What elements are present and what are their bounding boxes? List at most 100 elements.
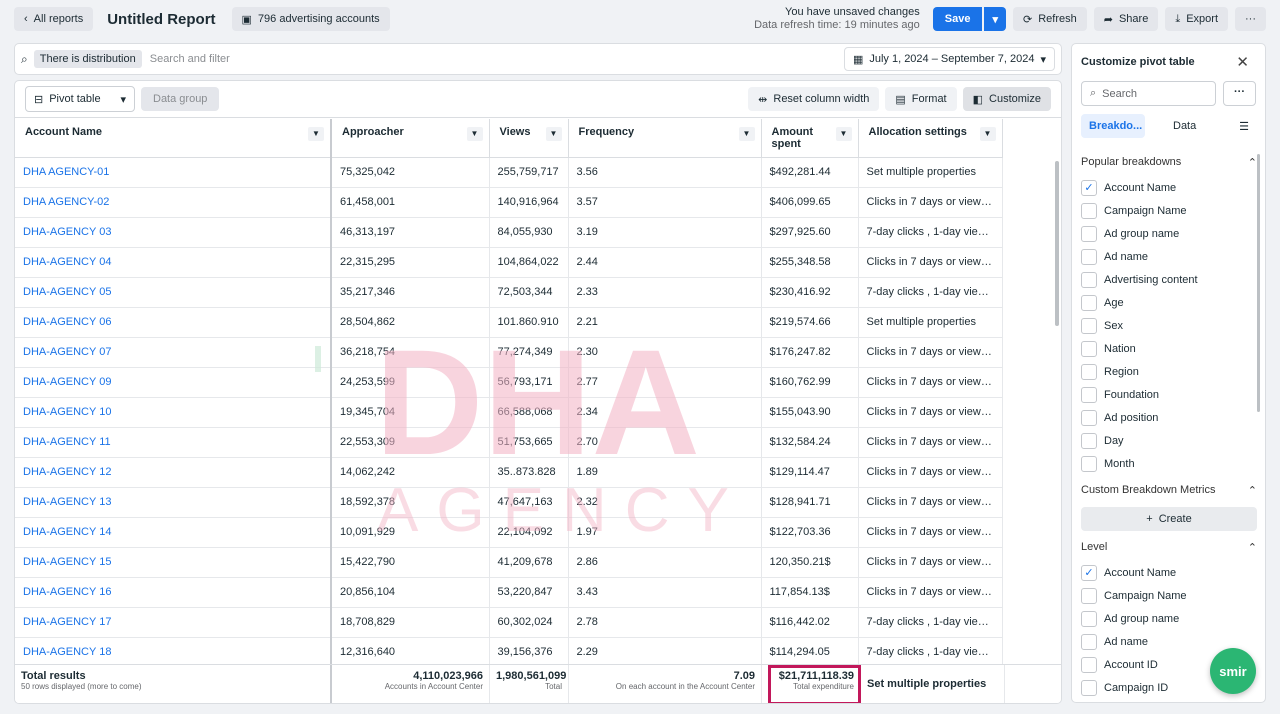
checkbox-checked-icon[interactable]: ✓ [1081, 565, 1097, 581]
header-views[interactable]: Views ▼ [489, 119, 569, 158]
accounts-badge[interactable]: ▣ 796 advertising accounts [231, 7, 390, 31]
account-name-link[interactable]: DHA-AGENCY 17 [15, 607, 332, 638]
table-scroll-area[interactable]: Account Name ▼ Approacher ▼ Views ▼ Frequen… [15, 119, 1061, 665]
header-amount-spent[interactable]: Amount spent ▼ [761, 119, 859, 158]
date-range-picker[interactable]: ▦ July 1, 2024 – September 7, 2024 ▾ [843, 47, 1055, 71]
level-item[interactable]: ✓ Account Name [1081, 565, 1176, 581]
header-account-name[interactable]: Account Name ▼ [15, 119, 332, 158]
account-name-link[interactable]: DHA-AGENCY 16 [15, 577, 332, 608]
account-name-link[interactable]: DHA AGENCY-01 [15, 157, 332, 188]
account-name-link[interactable]: DHA-AGENCY 09 [15, 367, 332, 398]
account-name-link[interactable]: DHA-AGENCY 04 [15, 247, 332, 278]
level-item[interactable]: Ad name [1081, 634, 1148, 650]
popular-item[interactable]: Ad name [1081, 249, 1148, 265]
popular-item[interactable]: Ad position [1081, 410, 1158, 426]
tab-breakdowns[interactable]: Breakdo... [1081, 114, 1145, 138]
sort-list-icon[interactable]: ☰ [1231, 114, 1257, 138]
checkbox[interactable] [1081, 410, 1097, 426]
popular-item[interactable]: Nation [1081, 341, 1136, 357]
close-icon[interactable]: ✕ [1236, 53, 1249, 71]
popular-item[interactable]: Foundation [1081, 387, 1159, 403]
table-scrollbar[interactable] [1055, 161, 1059, 326]
account-name-link[interactable]: DHA-AGENCY 18 [15, 637, 332, 665]
refresh-button[interactable]: ⟳ Refresh [1013, 7, 1087, 31]
checkbox[interactable] [1081, 456, 1097, 472]
sort-icon[interactable]: ▼ [545, 127, 562, 141]
header-approacher[interactable]: Approacher ▼ [331, 119, 490, 158]
table-row[interactable]: DHA-AGENCY 05 35,217,346 72,503,344 2.33 $23… [15, 277, 1003, 308]
section-custom-breakdown-metrics[interactable]: Custom Breakdown Metrics ⌃ [1081, 484, 1257, 497]
save-dropdown-button[interactable]: ▾ [984, 7, 1006, 31]
checkbox[interactable] [1081, 433, 1097, 449]
panel-search-input[interactable]: ⌕ Search [1081, 81, 1216, 106]
save-button[interactable]: Save [932, 7, 983, 31]
reset-column-width-button[interactable]: ⇹ Reset column width [748, 87, 880, 111]
table-row[interactable]: DHA-AGENCY 13 18,592,378 47,647,163 2.32 $12… [15, 487, 1003, 518]
chat-fab-button[interactable]: smir [1210, 648, 1256, 694]
filter-chip[interactable]: There is distribution [33, 50, 142, 68]
table-row[interactable]: DHA-AGENCY 18 12,316,640 39,156,376 2.29 $11… [15, 637, 1003, 665]
account-name-link[interactable]: DHA-AGENCY 07 [15, 337, 332, 368]
popular-item[interactable]: Ad group name [1081, 226, 1179, 242]
checkbox[interactable] [1081, 272, 1097, 288]
account-name-link[interactable]: DHA-AGENCY 12 [15, 457, 332, 488]
table-row[interactable]: DHA-AGENCY 03 46,313,197 84,055,930 3.19 $29… [15, 217, 1003, 248]
account-name-link[interactable]: DHA-AGENCY 06 [15, 307, 332, 338]
popular-item[interactable]: Sex [1081, 318, 1123, 334]
checkbox[interactable] [1081, 295, 1097, 311]
account-name-link[interactable]: DHA-AGENCY 03 [15, 217, 332, 248]
account-name-link[interactable]: DHA-AGENCY 10 [15, 397, 332, 428]
account-name-link[interactable]: DHA-AGENCY 14 [15, 517, 332, 548]
checkbox[interactable] [1081, 680, 1097, 696]
checkbox[interactable] [1081, 387, 1097, 403]
checkbox[interactable] [1081, 203, 1097, 219]
section-popular-breakdowns[interactable]: Popular breakdowns ⌃ [1081, 156, 1257, 169]
format-button[interactable]: ▤ Format [885, 87, 957, 111]
checkbox[interactable] [1081, 341, 1097, 357]
view-selector[interactable]: ⊟ Pivot table ▾ [25, 86, 135, 112]
checkbox[interactable] [1081, 634, 1097, 650]
popular-item[interactable]: Day [1081, 433, 1124, 449]
header-frequency[interactable]: Frequency ▼ [568, 119, 762, 158]
table-row[interactable]: DHA-AGENCY 15 15,422,790 41,209,678 2.86 120… [15, 547, 1003, 578]
checkbox[interactable] [1081, 226, 1097, 242]
checkbox[interactable] [1081, 318, 1097, 334]
checkbox[interactable] [1081, 611, 1097, 627]
customize-button[interactable]: ◧ Customize [962, 87, 1051, 111]
table-row[interactable]: DHA AGENCY-01 75,325,042 255,759,717 3.56 $4… [15, 157, 1003, 188]
checkbox[interactable] [1081, 657, 1097, 673]
checkbox[interactable] [1081, 364, 1097, 380]
sort-icon[interactable]: ▼ [835, 127, 852, 141]
table-row[interactable]: DHA-AGENCY 16 20,856,104 53,220,847 3.43 117… [15, 577, 1003, 608]
popular-item[interactable]: Age [1081, 295, 1124, 311]
search-filter-input[interactable]: Search and filter [150, 53, 230, 65]
checkbox[interactable] [1081, 249, 1097, 265]
account-name-link[interactable]: DHA-AGENCY 05 [15, 277, 332, 308]
account-name-link[interactable]: DHA-AGENCY 15 [15, 547, 332, 578]
table-row[interactable]: DHA-AGENCY 17 18,708,829 60,302,024 2.78 $11… [15, 607, 1003, 638]
level-item[interactable]: Campaign Name [1081, 588, 1187, 604]
header-allocation-settings[interactable]: Allocation settings ▼ [858, 119, 1003, 158]
level-item[interactable]: Account ID [1081, 657, 1158, 673]
popular-item[interactable]: Region [1081, 364, 1139, 380]
panel-scrollbar[interactable] [1257, 154, 1260, 412]
popular-item[interactable]: Advertising content [1081, 272, 1198, 288]
table-row[interactable]: DHA-AGENCY 11 22,553,309 51,753,665 2.70 $13… [15, 427, 1003, 458]
popular-item[interactable]: ✓ Account Name [1081, 180, 1176, 196]
table-row[interactable]: DHA-AGENCY 07 36,218,754 77,274,349 2.30 $17… [15, 337, 1003, 368]
checkbox[interactable] [1081, 588, 1097, 604]
table-row[interactable]: DHA-AGENCY 04 22,315,295 104,864,022 2.44 $2… [15, 247, 1003, 278]
table-row[interactable]: DHA-AGENCY 12 14,062,242 35..873.828 1.89 $1… [15, 457, 1003, 488]
popular-item[interactable]: Campaign Name [1081, 203, 1187, 219]
data-group-button[interactable]: Data group [141, 87, 220, 111]
level-item[interactable]: Campaign ID [1081, 680, 1168, 696]
account-name-link[interactable]: DHA-AGENCY 13 [15, 487, 332, 518]
table-row[interactable]: DHA-AGENCY 09 24,253,599 56,793,171 2.77 $16… [15, 367, 1003, 398]
sort-icon[interactable]: ▼ [466, 127, 483, 141]
export-button[interactable]: ⤓ Export [1165, 7, 1228, 31]
sort-icon[interactable]: ▼ [308, 127, 324, 141]
table-row[interactable]: DHA-AGENCY 10 19,345,704 66,588,068 2.34 $15… [15, 397, 1003, 428]
tab-data[interactable]: Data [1165, 114, 1204, 138]
table-row[interactable]: DHA-AGENCY 06 28,504,862 101.860.910 2.21 $2… [15, 307, 1003, 338]
table-row[interactable]: DHA-AGENCY 14 10,091,929 22,104,092 1.97 $12… [15, 517, 1003, 548]
